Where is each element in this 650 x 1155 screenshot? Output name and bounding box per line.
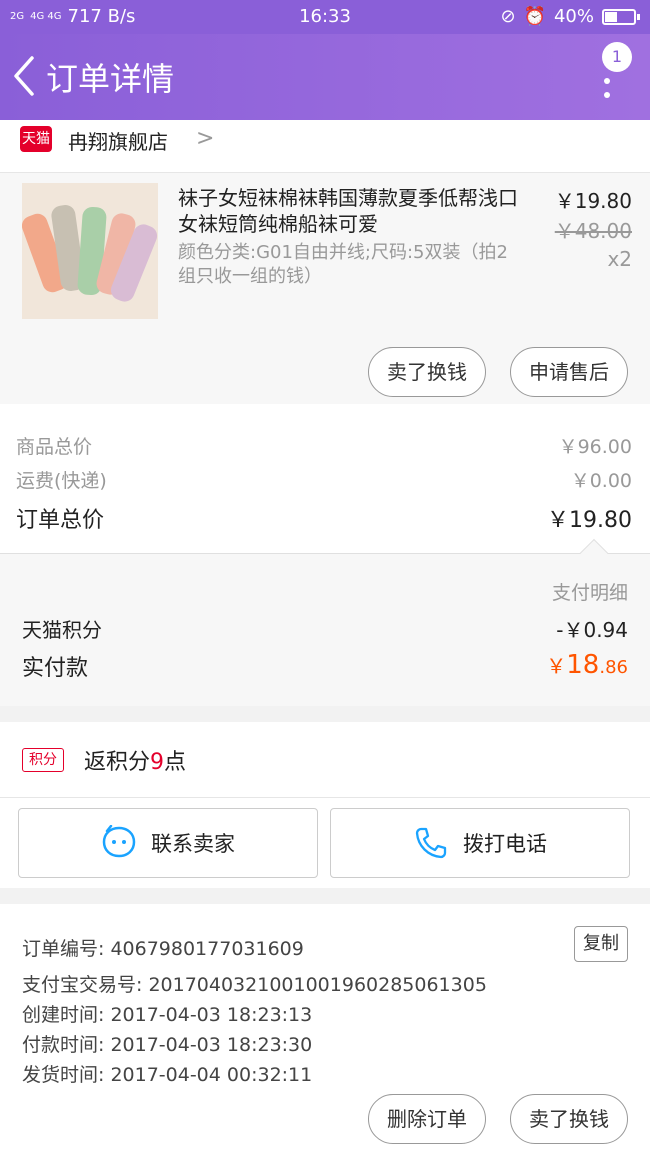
store-header[interactable]: 天猫 冉翔旗舰店 > [0,120,650,172]
payment-detail-label: 支付明细 [551,582,628,604]
shipped-time: 发货时间: 2017-04-04 00:32:11 [22,1064,313,1086]
contact-seller-button[interactable]: 联系卖家 [18,808,318,878]
paid-amount-row: 实付款 ￥18.86 [22,650,628,682]
copy-button[interactable]: 复制 [574,926,628,962]
back-arrow-icon[interactable] [10,54,40,98]
order-number: 订单编号: 4067980177031609 [22,938,304,960]
paid-time: 付款时间: 2017-04-03 18:23:30 [22,1034,313,1056]
alipay-trade-number: 支付宝交易号: 2017040321001001960285061305 [22,974,487,996]
battery-icon [602,8,640,25]
page-title: 订单详情 [46,60,175,98]
reward-points-number: 9 [150,750,165,775]
goods-total-label: 商品总价 [16,436,93,458]
battery-percent: 40% [553,6,594,27]
reward-points: 积分 返积分9点 [0,722,650,798]
reward-suffix: 点 [164,750,187,775]
product-quantity: x2 [607,247,632,271]
shipping-row: 运费(快递) ￥0.00 [16,466,632,493]
after-sale-button[interactable]: 申请售后 [510,347,628,397]
created-time: 创建时间: 2017-04-03 18:23:13 [22,1004,313,1026]
socks-image [22,183,158,319]
points-tag-icon: 积分 [22,748,64,772]
paid-amount-label: 实付款 [22,656,89,681]
alarm-icon: ⏰ [523,6,546,27]
order-info: 订单编号: 4067980177031609 复制 支付宝交易号: 201704… [0,904,650,1155]
order-item: 袜子女短袜棉袜韩国薄款夏季低帮浅口女袜短筒纯棉船袜可爱 颜色分类:G01自由并线… [0,172,650,404]
shipping-value: ￥0.00 [570,470,632,492]
payment-detail: 支付明细 天猫积分 -￥0.94 实付款 ￥18.86 [0,538,650,706]
paid-currency: ￥ [546,654,567,678]
order-total-row: 订单总价 ￥19.80 [16,502,632,534]
battery-fill [605,11,617,22]
paid-amount-value: ￥18.86 [546,650,628,682]
status-bar: 2G 4G 4G 717 B/s 16:33 ⊘ ⏰ 40% [0,0,650,34]
lock-rotation-icon: ⊘ [500,6,516,27]
chevron-right-icon: > [196,126,215,151]
product-original-price: ￥48.00 [554,219,632,243]
tmall-logo-icon: 天猫 [20,126,52,152]
product-title[interactable]: 袜子女短袜棉袜韩国薄款夏季低帮浅口女袜短筒纯棉船袜可爱 [178,185,518,237]
more-dot [604,92,610,98]
product-spec: 颜色分类:G01自由并线;尺码:5双装（拍2组只收一组的钱） [178,242,508,287]
order-total-label: 订单总价 [16,508,105,533]
chat-bubble-icon [102,825,136,858]
price-summary: 商品总价 ￥96.00 运费(快递) ￥0.00 订单总价 ￥19.80 [0,404,650,554]
sell-for-cash-button-bottom[interactable]: 卖了换钱 [510,1094,628,1144]
shipping-label: 运费(快递) [16,470,107,492]
delete-order-button[interactable]: 删除订单 [368,1094,486,1144]
status-right: ⊘ ⏰ 40% [500,6,640,27]
tmall-points-value: -￥0.94 [556,618,628,642]
store-name[interactable]: 冉翔旗舰店 [68,126,168,155]
sell-for-cash-button[interactable]: 卖了换钱 [368,347,486,397]
goods-total-value: ￥96.00 [558,436,632,458]
call-phone-label: 拨打电话 [463,832,547,856]
contact-actions: 联系卖家 拨打电话 [0,798,650,888]
more-menu-icon[interactable] [604,78,610,98]
notification-badge[interactable]: 1 [602,42,632,72]
paid-dec: .86 [599,657,628,678]
tmall-points-label: 天猫积分 [22,618,102,642]
order-total-value: ￥19.80 [547,508,632,533]
product-price: ￥19.80 [554,189,632,213]
paid-int: 18 [566,650,600,680]
product-image[interactable] [22,183,158,319]
call-phone-button[interactable]: 拨打电话 [330,808,630,878]
goods-total-row: 商品总价 ￥96.00 [16,432,632,459]
phone-icon [415,827,447,859]
reward-text: 返积分9点 [84,744,186,776]
nav-bar: 订单详情 1 [0,34,650,120]
contact-seller-label: 联系卖家 [151,832,235,856]
tmall-points-row: 天猫积分 -￥0.94 [22,614,628,643]
reward-prefix: 返积分 [84,750,151,775]
more-dot [604,78,610,84]
